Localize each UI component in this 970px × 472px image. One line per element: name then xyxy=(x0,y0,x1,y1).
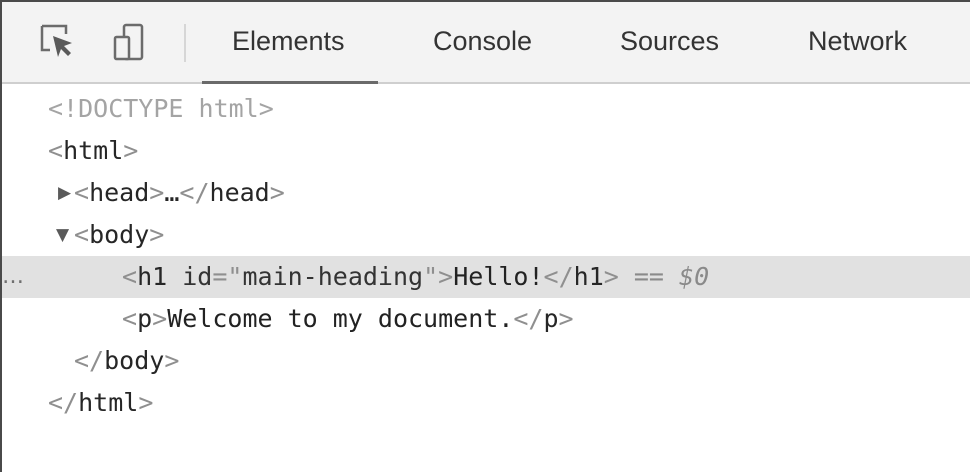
dom-node-head[interactable]: ▶ <head>…</head> xyxy=(2,172,970,214)
body-open-tag: <body> xyxy=(74,220,165,249)
selected-var: $0 xyxy=(679,262,710,291)
inspect-element-icon[interactable] xyxy=(38,22,78,67)
dom-node-html-close[interactable]: </html> xyxy=(2,382,970,424)
dom-node-h1-selected[interactable]: … <h1 id="main-heading">Hello!</h1> == $… xyxy=(2,256,970,298)
expand-arrow-icon[interactable]: ▶ xyxy=(58,172,71,214)
collapse-arrow-icon[interactable]: ▼ xyxy=(56,214,69,256)
devtools-panel: Elements Console Sources Network <!DOCTY… xyxy=(0,0,970,472)
tab-sources[interactable]: Sources xyxy=(620,2,719,82)
h1-element: <h1 id="main-heading">Hello!</h1> == $0 xyxy=(122,262,710,291)
toolbar-divider xyxy=(184,24,186,62)
dom-node-body[interactable]: ▼ <body> xyxy=(2,214,970,256)
dom-node-doctype[interactable]: <!DOCTYPE html> xyxy=(2,88,970,130)
tab-console[interactable]: Console xyxy=(433,2,532,82)
selected-marker: == xyxy=(633,262,664,291)
html-close-tag: </html> xyxy=(48,388,154,417)
head-tag: <head>…</head> xyxy=(74,178,285,207)
dom-node-html[interactable]: <html> xyxy=(2,130,970,172)
tab-network[interactable]: Network xyxy=(808,2,907,82)
doctype-text: <!DOCTYPE html> xyxy=(48,94,274,123)
node-menu-icon[interactable]: … xyxy=(2,256,24,298)
dom-node-body-close[interactable]: </body> xyxy=(2,340,970,382)
device-toolbar-icon[interactable] xyxy=(112,22,152,69)
devtools-toolbar: Elements Console Sources Network xyxy=(2,2,970,84)
tab-elements[interactable]: Elements xyxy=(202,2,377,84)
dom-node-p[interactable]: <p>Welcome to my document.</p> xyxy=(2,298,970,340)
p-element: <p>Welcome to my document.</p> xyxy=(122,304,574,333)
html-open-tag: <html> xyxy=(48,136,139,165)
body-close-tag: </body> xyxy=(74,346,180,375)
